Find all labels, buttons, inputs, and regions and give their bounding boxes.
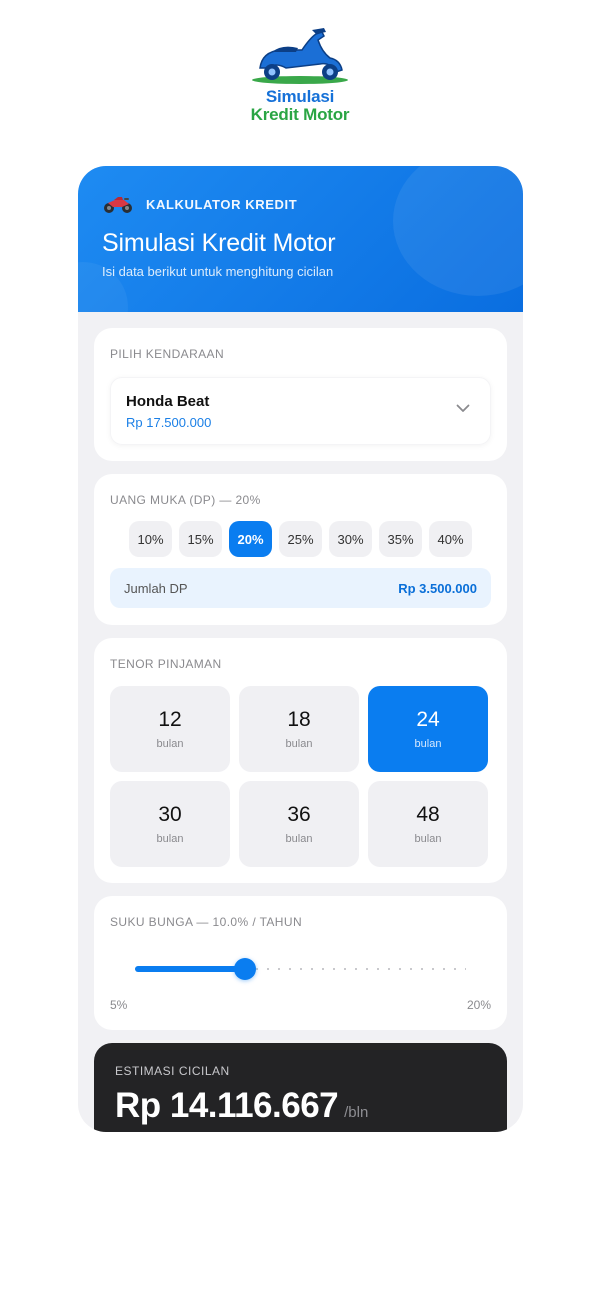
logo-text-line1: Simulasi <box>265 87 335 106</box>
chevron-down-icon <box>456 404 470 412</box>
tenor-value: 12 <box>158 708 182 731</box>
page-subtitle: Isi data berikut untuk menghitung cicila… <box>102 264 334 279</box>
dp-option[interactable]: 40% <box>429 521 472 557</box>
interest-slider[interactable] <box>110 948 491 988</box>
dp-option[interactable]: 30% <box>329 521 372 557</box>
tenor-value: 24 <box>416 708 440 731</box>
dp-options: 10% 15% 20% 25% 30% 35% 40% <box>110 521 491 557</box>
calculator-body: PILIH KENDARAAN Honda Beat Rp 17.500.000… <box>78 312 523 1132</box>
down-payment-card: UANG MUKA (DP) — 20% 10% 15% 20% 25% 30%… <box>94 474 507 625</box>
calculator-header: KALKULATOR KREDIT Simulasi Kredit Motor … <box>78 166 523 312</box>
vehicle-select[interactable]: Honda Beat Rp 17.500.000 <box>110 377 491 445</box>
tenor-option[interactable]: 48 bulan <box>368 781 488 867</box>
tenor-value: 48 <box>416 803 440 826</box>
tenor-unit: bulan <box>414 738 442 750</box>
slider-fill <box>135 966 246 972</box>
header-eyebrow: KALKULATOR KREDIT <box>102 194 499 214</box>
dp-total-value: Rp 3.500.000 <box>398 580 477 596</box>
interest-card: SUKU BUNGA — 10.0% / TAHUN 5% 20% <box>94 896 507 1030</box>
tenor-value: 36 <box>287 803 311 826</box>
vehicle-card: PILIH KENDARAAN Honda Beat Rp 17.500.000 <box>94 328 507 461</box>
slider-max-label: 20% <box>466 998 491 1012</box>
installment-amount: Rp 14.116.667 <box>115 1086 339 1125</box>
dp-total-row: Jumlah DP Rp 3.500.000 <box>110 568 491 608</box>
tenor-value: 18 <box>287 708 311 731</box>
slider-min-label: 5% <box>110 998 128 1012</box>
tenor-unit: bulan <box>156 738 184 750</box>
vehicle-section-label: PILIH KENDARAAN <box>110 347 225 361</box>
dp-total-label: Jumlah DP <box>124 580 188 596</box>
tenor-options: 12 bulan 18 bulan 24 bulan 30 bulan 36 b… <box>110 686 491 867</box>
dp-section-label: UANG MUKA (DP) — 20% <box>110 493 261 507</box>
calculator-panel: KALKULATOR KREDIT Simulasi Kredit Motor … <box>78 166 523 1132</box>
tenor-option-selected[interactable]: 24 bulan <box>368 686 488 772</box>
tenor-option[interactable]: 18 bulan <box>239 686 359 772</box>
vehicle-price: Rp 17.500.000 <box>126 415 212 430</box>
tenor-option[interactable]: 12 bulan <box>110 686 230 772</box>
app-logo: Simulasi Kredit Motor <box>240 26 360 126</box>
vehicle-name: Honda Beat <box>126 393 210 410</box>
tenor-card: TENOR PINJAMAN 12 bulan 18 bulan 24 bula… <box>94 638 507 883</box>
dp-option[interactable]: 35% <box>379 521 422 557</box>
tenor-option[interactable]: 36 bulan <box>239 781 359 867</box>
dp-option[interactable]: 10% <box>129 521 172 557</box>
result-value: Rp 14.116.667 /bln <box>115 1086 486 1126</box>
interest-section-label: SUKU BUNGA — 10.0% / TAHUN <box>110 915 303 929</box>
tenor-unit: bulan <box>285 833 313 845</box>
dp-option[interactable]: 25% <box>279 521 322 557</box>
tenor-unit: bulan <box>156 833 184 845</box>
tenor-section-label: TENOR PINJAMAN <box>110 657 222 671</box>
tenor-option[interactable]: 30 bulan <box>110 781 230 867</box>
scooter-icon <box>252 28 348 84</box>
logo-text-line2: Kredit Motor <box>250 105 350 124</box>
installment-result: ESTIMASI CICILAN Rp 14.116.667 /bln <box>94 1043 507 1132</box>
header-eyebrow-text: KALKULATOR KREDIT <box>146 196 298 212</box>
tenor-unit: bulan <box>285 738 313 750</box>
installment-period: /bln <box>344 1104 369 1121</box>
tenor-value: 30 <box>158 803 182 826</box>
slider-range-labels: 5% 20% <box>110 998 491 1012</box>
slider-thumb[interactable] <box>234 958 257 980</box>
result-label: ESTIMASI CICILAN <box>115 1064 230 1078</box>
dp-option[interactable]: 15% <box>179 521 222 557</box>
tenor-unit: bulan <box>414 833 442 845</box>
dp-option-selected[interactable]: 20% <box>229 521 272 557</box>
motorcycle-icon <box>104 197 132 213</box>
